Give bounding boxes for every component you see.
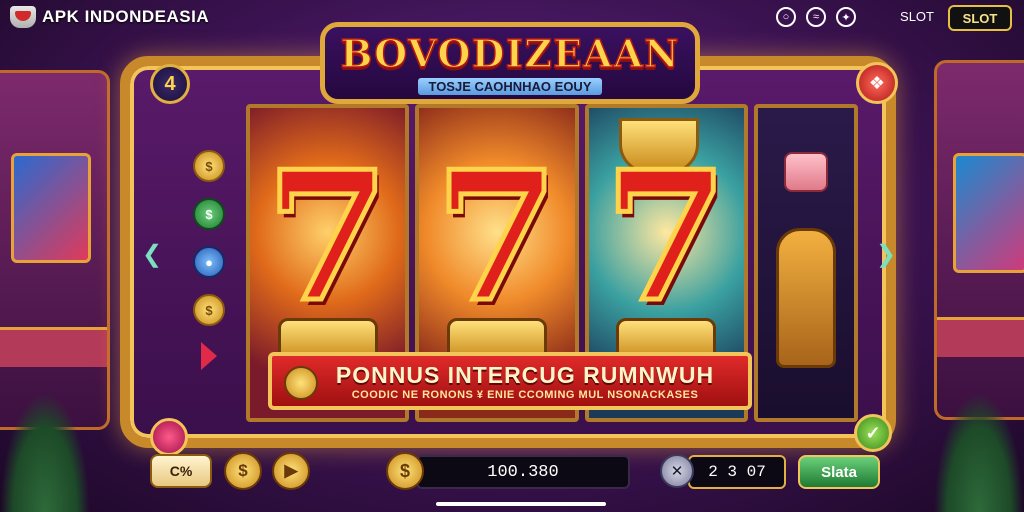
blue-coin-icon: ● [193,246,225,278]
coin-button-icon[interactable]: $ [224,452,262,490]
slot-button[interactable]: SLOT [948,5,1012,31]
brand[interactable]: APK INDONDEASIA [10,6,209,28]
bonus-banner[interactable]: PONNUS INTERCUG RUMNWUH COODIC NE RONONS… [268,352,752,410]
chat-icon[interactable]: ○ [776,7,796,27]
coin-icon [284,366,318,400]
bonus-orb-icon[interactable]: ❖ [856,62,898,104]
game-subtitle: TOSJE CAOHNHAO EOUY [418,78,602,95]
bet-percent-button[interactable]: C% [150,454,212,488]
golden-statue-icon [775,228,836,368]
brand-name: APK INDONDEASIA [42,7,210,26]
background-arcade-right [934,60,1024,420]
title-plaque: BOVODIZEAAN TOSJE CAOHNHAO EOUY [320,22,700,104]
chevron-right-icon[interactable]: ❯ [874,238,898,270]
green-coin-icon: $ [193,198,225,230]
spin-button[interactable]: Slata [798,455,880,489]
reel-4 [753,104,858,422]
bottom-bar: C% $ ▶ 100.380 $ 2 3 07 ✕ Slata [0,446,1024,512]
signal-icon[interactable]: ≈ [806,7,826,27]
seven-symbol: 7 [432,132,561,341]
bet-display: 2 3 07 [688,455,786,489]
coin-icon: $ [193,294,225,326]
top-icons: ○ ≈ ✦ [776,7,856,27]
seven-symbol: 7 [602,132,731,341]
gift-icon[interactable]: ✦ [836,7,856,27]
bonus-title: PONNUS INTERCUG RUMNWUH [335,361,715,388]
brand-logo-icon [10,6,36,28]
home-indicator[interactable] [436,502,606,506]
red-gem-icon [201,342,217,370]
bonus-subtitle: COODIC NE RONONS ¥ ENIE CCOMING MUL NSON… [351,388,699,401]
play-button-icon[interactable]: ▶ [272,452,310,490]
hand-icon [783,152,828,192]
chevron-left-icon[interactable]: ❮ [140,238,164,270]
symbol-column: $ $ ● $ [186,150,232,410]
game-title: BOVODIZEAAN [340,30,680,77]
coin-icon: $ [193,150,225,182]
settings-icon[interactable]: ✕ [660,454,694,488]
slot-label: SLOT [900,9,934,24]
seven-symbol: 7 [263,132,392,341]
balance-display: 100.380 [416,455,630,489]
balance-coin-icon: $ [386,452,424,490]
background-arcade-left [0,70,110,430]
level-badge: 4 [150,64,190,104]
